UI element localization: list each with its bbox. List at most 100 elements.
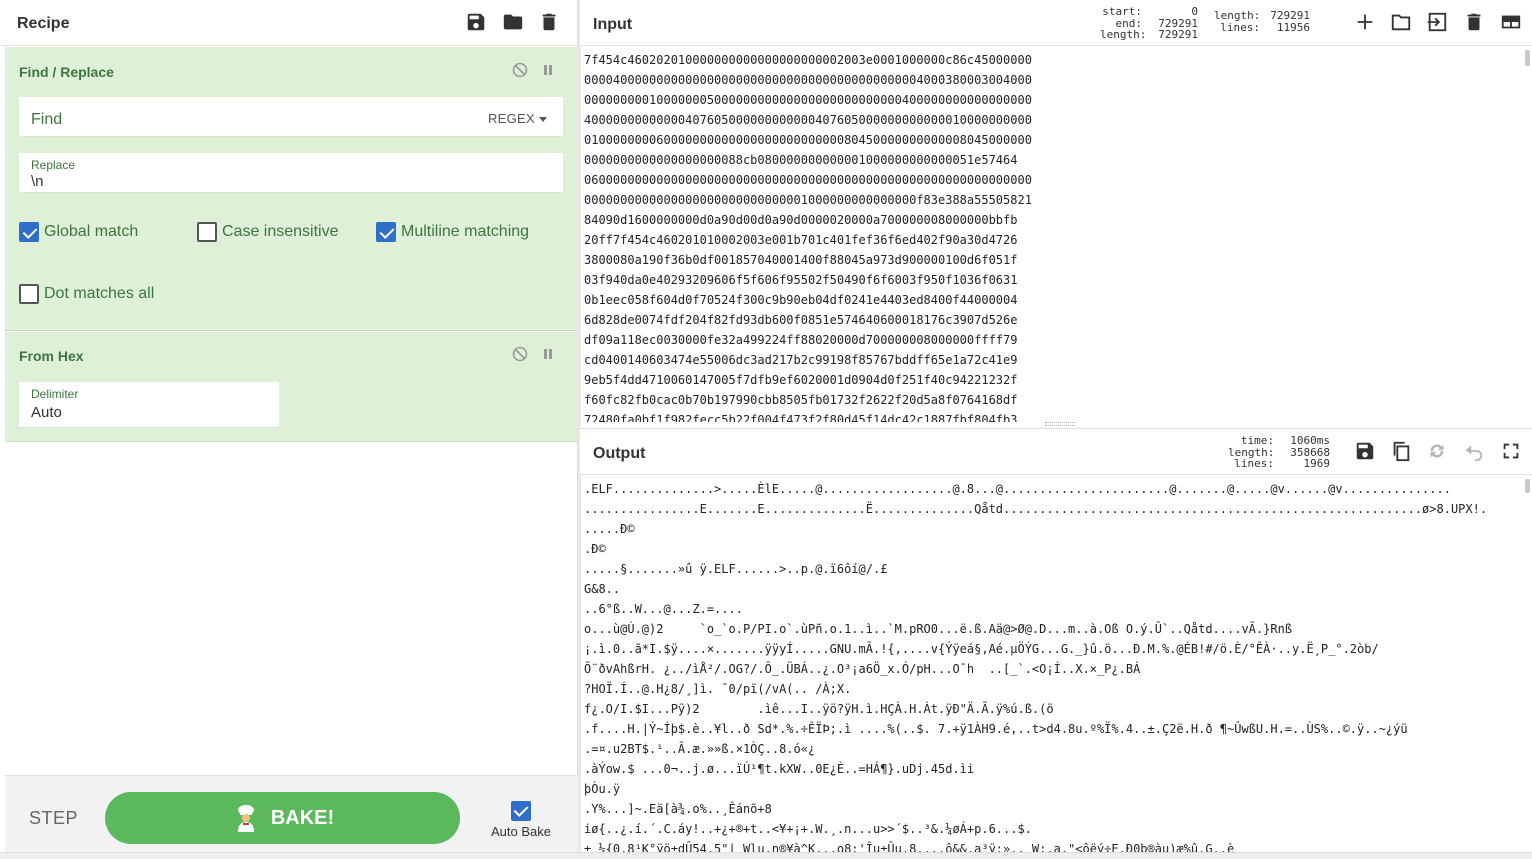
delimiter-label: Delimiter — [31, 387, 79, 401]
status-strip — [0, 852, 1532, 859]
recipe-pane: Recipe Find / Replace Find REGEX Replace… — [0, 0, 578, 859]
input-length-values: 729291 11956 — [1262, 10, 1310, 33]
global-match-label: Global match — [44, 223, 139, 240]
multiline-matching-checkbox[interactable]: Multiline matching — [376, 221, 529, 243]
input-scrollbar[interactable] — [1525, 50, 1530, 66]
output-line: .àÝow.$ ...0¬..j.ø...ïÚ¹¶t.kXW..0E¿È..=H… — [584, 762, 975, 776]
save-recipe-icon[interactable] — [465, 11, 487, 33]
auto-bake-checkbox[interactable] — [511, 801, 531, 821]
output-line: iø{..¿.í.´.C.áy!..+¿+®+t..<¥+¡+.W.¸.n...… — [584, 822, 1032, 836]
replace-label: Replace — [31, 158, 76, 172]
multiline-matching-label: Multiline matching — [401, 223, 530, 240]
selection-length-value: 729291 — [1158, 28, 1198, 41]
output-line: ................E.......E..............Ë… — [584, 502, 1488, 516]
find-mode-label: REGEX — [487, 111, 535, 126]
selection-length-label: length: — [1100, 28, 1147, 41]
input-line: 0000000001000000050000000000000000000000… — [584, 93, 1032, 107]
operation-title: From Hex — [19, 348, 84, 364]
operation-title: Find / Replace — [19, 64, 114, 80]
clear-recipe-icon[interactable] — [538, 11, 560, 33]
checkbox-checked-icon — [376, 222, 396, 242]
input-line: 7f454c460202010000000000000000000002003e… — [584, 53, 1032, 67]
output-line: .....§.......»û ÿ.ELF......>..p.@.ï6ôí@/… — [584, 562, 888, 576]
resize-handle[interactable] — [1045, 422, 1075, 426]
output-line: o...ù@Ú.@)2 `o_`o.P/PI.o`.ùPñ.o.1..ì..`M… — [584, 622, 1293, 636]
bake-label: BAKE! — [270, 806, 335, 829]
load-recipe-icon[interactable] — [502, 11, 524, 33]
output-line: Õ¨ðvAhßrH. ¿../ìÅ²/.OG?/.Ô_.ÜBÁ..¿.O³¡a6… — [584, 662, 1141, 676]
clear-input-icon[interactable] — [1463, 11, 1485, 33]
disable-icon[interactable] — [512, 62, 528, 78]
output-header: Output time: length: lines: 1060ms 35866… — [580, 429, 1532, 475]
dot-matches-all-checkbox[interactable]: Dot matches all — [19, 283, 154, 305]
selection-labels: start: end: length: — [1100, 6, 1146, 41]
input-line: 84090d1600000000d0a90d00d0a90d0000020000… — [584, 213, 1018, 227]
replace-input-icon[interactable] — [1426, 440, 1448, 462]
input-title: Input — [593, 16, 633, 33]
input-line: 6d828de0074fdf204f82fd93db600f0851e57464… — [584, 313, 1018, 327]
input-line: 0100000000600000000000000000000000008045… — [584, 133, 1032, 147]
input-line: 20ff7f454c460201010002003e001b701c401fef… — [584, 233, 1018, 247]
global-match-checkbox[interactable]: Global match — [19, 221, 138, 243]
disable-icon[interactable] — [512, 346, 528, 362]
checkbox-unchecked-icon — [19, 284, 39, 304]
bake-button[interactable]: BAKE! — [105, 792, 460, 844]
recipe-header: Recipe — [0, 0, 577, 46]
input-line: 3800080a190f36b0df001857040001400f88045a… — [584, 253, 1018, 267]
input-line: 0000000000000000000088cb0800000000000010… — [584, 153, 1018, 167]
open-file-icon[interactable] — [1426, 11, 1448, 33]
input-line: f60fc82fb0cac0b70b197990cbb8505fb01732f2… — [584, 393, 1018, 407]
lines-value: 11956 — [1276, 20, 1310, 34]
input-line: 0000000000000000000000000000001000000000… — [584, 193, 1032, 207]
output-stats-values: 1060ms 358668 1969 — [1276, 435, 1330, 470]
case-insensitive-checkbox[interactable]: Case insensitive — [197, 221, 339, 243]
open-folder-icon[interactable] — [1390, 11, 1412, 33]
undo-icon[interactable] — [1463, 440, 1485, 462]
auto-bake-label: Auto Bake — [491, 824, 551, 839]
input-line: 03f940da0e40293209606f5f606f95502f50490f… — [584, 273, 1018, 287]
output-line: ¡.ì.0..ã*I.$ÿ....×.......ÿÿyÍ.....GNU.mÃ… — [584, 642, 1379, 656]
copy-output-icon[interactable] — [1390, 440, 1412, 462]
input-line: 0b1eec058f604d0f70524f300c9b90eb04df0241… — [584, 293, 1018, 307]
dot-matches-all-label: Dot matches all — [44, 285, 155, 302]
chevron-down-icon — [539, 117, 547, 123]
replace-value: \n — [31, 173, 44, 190]
case-insensitive-label: Case insensitive — [222, 223, 339, 240]
input-line: 9eb5f4dd4710060147005f7dfb9ef6020001d090… — [584, 373, 1018, 387]
find-field[interactable]: Find REGEX — [19, 97, 563, 137]
from-hex-operation: From Hex Delimiter Auto — [5, 332, 578, 442]
chef-icon — [237, 805, 254, 832]
save-output-icon[interactable] — [1354, 440, 1376, 462]
step-button[interactable]: STEP — [29, 808, 78, 829]
replace-field[interactable]: Replace \n — [19, 153, 563, 193]
input-line: df09a118ec0030000fe32a499224ff88020000d7… — [584, 333, 1018, 347]
selection-values: 0 729291 729291 — [1146, 6, 1198, 41]
input-header: Input start: end: length: 0 729291 72929… — [580, 0, 1532, 46]
output-line: .=¤.u2BT$.¹..Ã.æ.»»ß.×1ÒÇ..8.ó«¿ — [584, 742, 816, 756]
delimiter-field[interactable]: Delimiter Auto — [19, 382, 279, 428]
input-line: 72480fa0bf1f982fecc5b22f004f473f2f80d45f… — [584, 413, 1018, 422]
checkbox-checked-icon — [19, 222, 39, 242]
output-stats-labels: time: length: lines: — [1228, 435, 1274, 470]
output-textarea[interactable]: .ELF..............>.....ÈlE.....@.......… — [584, 479, 1524, 860]
output-line: .f....H.|Ý~Íþ$.è..¥l..ð Sd*.%.÷ÊÏÞ;.ì ..… — [584, 722, 1408, 736]
maximize-icon[interactable] — [1500, 440, 1522, 462]
find-mode-dropdown[interactable]: REGEX — [488, 111, 547, 126]
input-pane: Input start: end: length: 0 729291 72929… — [580, 0, 1532, 426]
output-line: G&8.. — [584, 582, 621, 596]
output-line: f¿.O/I.$I...Pÿ)2 .ìê...I..ÿö?ÿH.ì.HÇÀ.H.… — [584, 702, 1054, 716]
add-tab-icon[interactable] — [1354, 11, 1376, 33]
input-textarea[interactable]: 7f454c460202010000000000000000000002003e… — [584, 50, 1524, 422]
output-scrollbar[interactable] — [1525, 479, 1530, 493]
reset-layout-icon[interactable] — [1500, 11, 1522, 33]
find-placeholder: Find — [31, 111, 63, 128]
find-replace-operation: Find / Replace Find REGEX Replace \n Glo… — [5, 47, 578, 331]
output-pane: Output time: length: lines: 1060ms 35866… — [580, 428, 1532, 859]
delimiter-value: Auto — [31, 404, 62, 421]
pause-icon[interactable] — [540, 346, 556, 362]
pause-icon[interactable] — [540, 62, 556, 78]
input-length-labels: length: lines: — [1214, 10, 1260, 33]
output-title: Output — [593, 445, 646, 462]
output-line: þÒu.ÿ — [584, 782, 621, 796]
output-line: ..6°ß..W...@...Z.=.... — [584, 602, 743, 616]
